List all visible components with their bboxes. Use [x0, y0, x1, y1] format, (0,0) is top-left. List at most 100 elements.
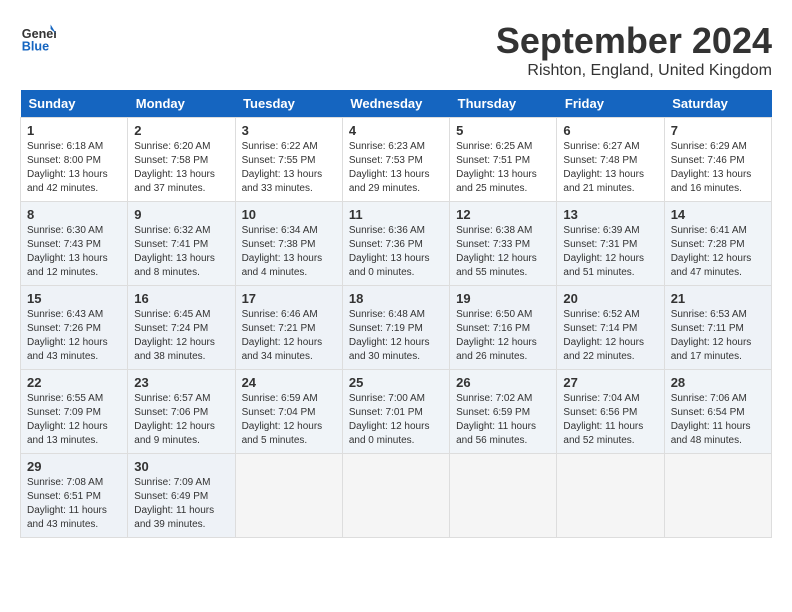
day-info: Sunrise: 6:52 AMSunset: 7:14 PMDaylight:…	[563, 308, 657, 364]
day-number: 19	[456, 291, 550, 306]
day-info: Sunrise: 6:57 AMSunset: 7:06 PMDaylight:…	[134, 392, 228, 448]
day-info: Sunrise: 6:20 AMSunset: 7:58 PMDaylight:…	[134, 140, 228, 196]
day-number: 5	[456, 123, 550, 138]
day-info: Sunrise: 6:30 AMSunset: 7:43 PMDaylight:…	[27, 224, 121, 280]
day-info: Sunrise: 7:00 AMSunset: 7:01 PMDaylight:…	[349, 392, 443, 448]
calendar-week-3: 15 Sunrise: 6:43 AMSunset: 7:26 PMDayligh…	[21, 286, 772, 370]
calendar-cell: 12 Sunrise: 6:38 AMSunset: 7:33 PMDayligh…	[450, 202, 557, 286]
column-header-thursday: Thursday	[450, 90, 557, 118]
day-info: Sunrise: 6:27 AMSunset: 7:48 PMDaylight:…	[563, 140, 657, 196]
calendar-cell: 8 Sunrise: 6:30 AMSunset: 7:43 PMDaylight…	[21, 202, 128, 286]
day-info: Sunrise: 6:29 AMSunset: 7:46 PMDaylight:…	[671, 140, 765, 196]
day-info: Sunrise: 6:36 AMSunset: 7:36 PMDaylight:…	[349, 224, 443, 280]
column-header-tuesday: Tuesday	[235, 90, 342, 118]
day-number: 21	[671, 291, 765, 306]
calendar-cell	[664, 454, 771, 538]
day-number: 23	[134, 375, 228, 390]
calendar-week-1: 1 Sunrise: 6:18 AMSunset: 8:00 PMDaylight…	[21, 118, 772, 202]
calendar-week-5: 29 Sunrise: 7:08 AMSunset: 6:51 PMDayligh…	[21, 454, 772, 538]
day-number: 18	[349, 291, 443, 306]
svg-text:Blue: Blue	[22, 40, 49, 54]
title-area: September 2024 Rishton, England, United …	[496, 20, 772, 80]
day-info: Sunrise: 7:04 AMSunset: 6:56 PMDaylight:…	[563, 392, 657, 448]
day-number: 11	[349, 207, 443, 222]
day-number: 22	[27, 375, 121, 390]
day-number: 17	[242, 291, 336, 306]
calendar-cell: 17 Sunrise: 6:46 AMSunset: 7:21 PMDayligh…	[235, 286, 342, 370]
day-info: Sunrise: 6:38 AMSunset: 7:33 PMDaylight:…	[456, 224, 550, 280]
day-info: Sunrise: 6:25 AMSunset: 7:51 PMDaylight:…	[456, 140, 550, 196]
calendar-cell: 16 Sunrise: 6:45 AMSunset: 7:24 PMDayligh…	[128, 286, 235, 370]
calendar-cell: 5 Sunrise: 6:25 AMSunset: 7:51 PMDaylight…	[450, 118, 557, 202]
column-header-sunday: Sunday	[21, 90, 128, 118]
day-number: 13	[563, 207, 657, 222]
calendar-cell	[235, 454, 342, 538]
day-info: Sunrise: 6:43 AMSunset: 7:26 PMDaylight:…	[27, 308, 121, 364]
day-number: 15	[27, 291, 121, 306]
month-title: September 2024	[496, 20, 772, 62]
day-info: Sunrise: 6:18 AMSunset: 8:00 PMDaylight:…	[27, 140, 121, 196]
calendar-cell: 19 Sunrise: 6:50 AMSunset: 7:16 PMDayligh…	[450, 286, 557, 370]
calendar-cell: 7 Sunrise: 6:29 AMSunset: 7:46 PMDaylight…	[664, 118, 771, 202]
day-number: 16	[134, 291, 228, 306]
calendar-cell: 3Sunrise: 6:22 AMSunset: 7:55 PMDaylight…	[235, 118, 342, 202]
day-info: Sunrise: 6:45 AMSunset: 7:24 PMDaylight:…	[134, 308, 228, 364]
day-info: Sunrise: 7:08 AMSunset: 6:51 PMDaylight:…	[27, 476, 121, 532]
calendar-cell: 26Sunrise: 7:02 AMSunset: 6:59 PMDayligh…	[450, 370, 557, 454]
calendar-cell: 21 Sunrise: 6:53 AMSunset: 7:11 PMDayligh…	[664, 286, 771, 370]
calendar-cell: 27 Sunrise: 7:04 AMSunset: 6:56 PMDayligh…	[557, 370, 664, 454]
day-number: 29	[27, 459, 121, 474]
calendar-cell: 30Sunrise: 7:09 AMSunset: 6:49 PMDayligh…	[128, 454, 235, 538]
day-info: Sunrise: 6:50 AMSunset: 7:16 PMDaylight:…	[456, 308, 550, 364]
day-info: Sunrise: 6:59 AMSunset: 7:04 PMDaylight:…	[242, 392, 336, 448]
calendar-cell: 22 Sunrise: 6:55 AMSunset: 7:09 PMDayligh…	[21, 370, 128, 454]
day-info: Sunrise: 6:39 AMSunset: 7:31 PMDaylight:…	[563, 224, 657, 280]
day-info: Sunrise: 6:34 AMSunset: 7:38 PMDaylight:…	[242, 224, 336, 280]
day-number: 7	[671, 123, 765, 138]
day-info: Sunrise: 7:09 AMSunset: 6:49 PMDaylight:…	[134, 476, 228, 532]
calendar-cell: 15 Sunrise: 6:43 AMSunset: 7:26 PMDayligh…	[21, 286, 128, 370]
calendar-cell: 13 Sunrise: 6:39 AMSunset: 7:31 PMDayligh…	[557, 202, 664, 286]
calendar-cell: 4Sunrise: 6:23 AMSunset: 7:53 PMDaylight…	[342, 118, 449, 202]
day-number: 8	[27, 207, 121, 222]
day-number: 20	[563, 291, 657, 306]
day-info: Sunrise: 6:46 AMSunset: 7:21 PMDaylight:…	[242, 308, 336, 364]
calendar-cell: 24 Sunrise: 6:59 AMSunset: 7:04 PMDayligh…	[235, 370, 342, 454]
day-number: 6	[563, 123, 657, 138]
day-info: Sunrise: 7:02 AMSunset: 6:59 PMDaylight:…	[456, 392, 550, 448]
location-title: Rishton, England, United Kingdom	[496, 62, 772, 80]
calendar-cell: 6 Sunrise: 6:27 AMSunset: 7:48 PMDaylight…	[557, 118, 664, 202]
day-number: 2	[134, 123, 228, 138]
logo-icon: General Blue	[20, 20, 56, 56]
calendar-cell: 11 Sunrise: 6:36 AMSunset: 7:36 PMDayligh…	[342, 202, 449, 286]
column-header-friday: Friday	[557, 90, 664, 118]
calendar-cell: 23 Sunrise: 6:57 AMSunset: 7:06 PMDayligh…	[128, 370, 235, 454]
day-number: 12	[456, 207, 550, 222]
calendar-cell: 9Sunrise: 6:32 AMSunset: 7:41 PMDaylight…	[128, 202, 235, 286]
calendar-week-2: 8 Sunrise: 6:30 AMSunset: 7:43 PMDaylight…	[21, 202, 772, 286]
column-header-wednesday: Wednesday	[342, 90, 449, 118]
day-info: Sunrise: 6:48 AMSunset: 7:19 PMDaylight:…	[349, 308, 443, 364]
calendar-cell: 25 Sunrise: 7:00 AMSunset: 7:01 PMDayligh…	[342, 370, 449, 454]
column-header-saturday: Saturday	[664, 90, 771, 118]
day-info: Sunrise: 7:06 AMSunset: 6:54 PMDaylight:…	[671, 392, 765, 448]
day-info: Sunrise: 6:55 AMSunset: 7:09 PMDaylight:…	[27, 392, 121, 448]
calendar-cell	[342, 454, 449, 538]
day-number: 25	[349, 375, 443, 390]
day-number: 3	[242, 123, 336, 138]
day-number: 28	[671, 375, 765, 390]
day-number: 9	[134, 207, 228, 222]
calendar-cell: 14Sunrise: 6:41 AMSunset: 7:28 PMDayligh…	[664, 202, 771, 286]
day-number: 1	[27, 123, 121, 138]
day-info: Sunrise: 6:53 AMSunset: 7:11 PMDaylight:…	[671, 308, 765, 364]
header: General Blue September 2024 Rishton, Eng…	[20, 20, 772, 80]
logo: General Blue	[20, 20, 56, 56]
calendar-body: 1 Sunrise: 6:18 AMSunset: 8:00 PMDaylight…	[21, 118, 772, 538]
column-header-monday: Monday	[128, 90, 235, 118]
calendar-cell: 10Sunrise: 6:34 AMSunset: 7:38 PMDayligh…	[235, 202, 342, 286]
day-number: 24	[242, 375, 336, 390]
day-number: 4	[349, 123, 443, 138]
calendar-cell: 1 Sunrise: 6:18 AMSunset: 8:00 PMDaylight…	[21, 118, 128, 202]
day-number: 27	[563, 375, 657, 390]
calendar-cell: 18 Sunrise: 6:48 AMSunset: 7:19 PMDayligh…	[342, 286, 449, 370]
